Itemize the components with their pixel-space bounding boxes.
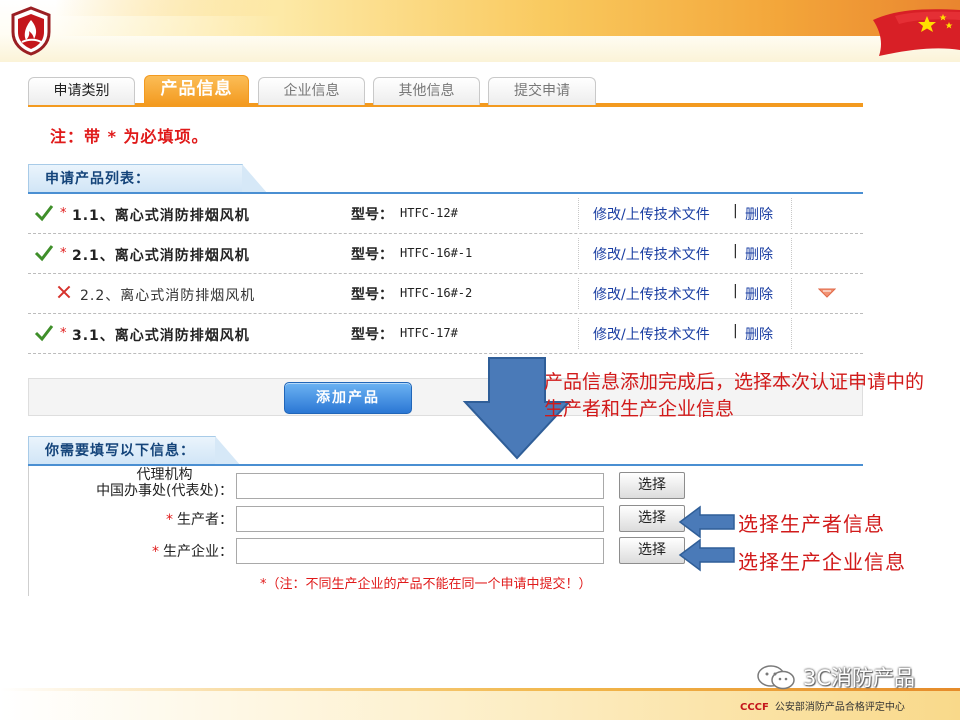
tab-submit-application[interactable]: 提交申请	[488, 77, 596, 105]
column-divider	[791, 198, 792, 229]
edit-upload-link[interactable]: 修改/上传技术文件	[593, 244, 710, 264]
delete-link[interactable]: 删除	[745, 284, 773, 304]
cross-icon	[57, 285, 71, 299]
agency-label-line2: 中国办事处(代表处)：	[96, 483, 233, 499]
model-value: HTFC-17#	[400, 326, 458, 340]
column-divider	[578, 318, 579, 349]
wechat-account-name: 3C消防产品	[803, 666, 916, 690]
info-section-title: 你需要填写以下信息：	[28, 436, 241, 466]
column-divider	[578, 278, 579, 309]
check-icon	[34, 205, 54, 222]
agency-select-button[interactable]: 选择	[619, 472, 685, 499]
product-name: 1.1、离心式消防排烟风机	[72, 208, 250, 224]
link-separator: |	[733, 323, 738, 339]
expand-arrow-icon[interactable]	[818, 287, 836, 299]
top-banner	[0, 0, 960, 62]
agency-field-label: 代理机构 中国办事处(代表处)：	[96, 467, 233, 499]
required-fields-note: 注：带 * 为必填项。	[50, 127, 209, 146]
product-name: 2.2、离心式消防排烟风机	[80, 288, 256, 304]
fire-emblem-icon	[11, 6, 51, 56]
product-list: * 1.1、离心式消防排烟风机 型号： HTFC-12# 修改/上传技术文件 |…	[28, 194, 863, 354]
agency-input[interactable]	[236, 473, 604, 499]
edit-upload-link[interactable]: 修改/上传技术文件	[593, 284, 710, 304]
product-row: * 2.1、离心式消防排烟风机 型号： HTFC-16#-1 修改/上传技术文件…	[28, 234, 863, 274]
check-icon	[34, 245, 54, 262]
column-divider	[578, 198, 579, 229]
column-divider	[791, 318, 792, 349]
add-product-button[interactable]: 添加产品	[284, 382, 412, 414]
product-name: 2.1、离心式消防排烟风机	[72, 248, 250, 264]
delete-link[interactable]: 删除	[745, 244, 773, 264]
banner-wave	[55, 0, 960, 36]
model-label: 型号：	[351, 327, 393, 343]
column-divider	[791, 278, 792, 309]
model-label: 型号：	[351, 207, 393, 223]
model-label: 型号：	[351, 287, 393, 303]
step-tabs: 申请类别 产品信息 企业信息 其他信息 提交申请	[28, 75, 863, 107]
left-arrow-icon	[678, 505, 735, 539]
producer-input[interactable]	[236, 506, 604, 532]
required-marker: *	[60, 206, 67, 221]
product-row: 2.2、离心式消防排烟风机 型号： HTFC-16#-2 修改/上传技术文件 |…	[28, 274, 863, 314]
agency-field-row: 代理机构 中国办事处(代表处)： 选择	[28, 467, 863, 500]
agency-label-line1: 代理机构	[136, 467, 193, 483]
enterprise-label-text: 生产企业：	[163, 544, 233, 560]
cccf-logo-text: CCCF	[740, 702, 769, 713]
required-marker: *	[60, 326, 67, 341]
annotation-enterprise: 选择生产企业信息	[738, 550, 906, 574]
delete-link[interactable]: 删除	[745, 204, 773, 224]
product-list-title: 申请产品列表：	[28, 164, 268, 194]
info-section-header: 你需要填写以下信息：	[28, 436, 863, 466]
model-value: HTFC-16#-1	[400, 246, 473, 260]
enterprise-select-button[interactable]: 选择	[619, 537, 685, 564]
organization-name: 公安部消防产品合格评定中心	[774, 702, 905, 713]
required-marker: *	[60, 246, 67, 261]
annotation-main: 产品信息添加完成后，选择本次认证申请中的生产者和生产企业信息	[544, 371, 925, 420]
required-marker: *	[166, 512, 173, 528]
product-name: 3.1、离心式消防排烟风机	[72, 328, 250, 344]
product-list-header: 申请产品列表：	[28, 164, 863, 194]
producer-select-button[interactable]: 选择	[619, 505, 685, 532]
column-divider	[791, 238, 792, 269]
producer-field-label: * 生产者：	[166, 509, 233, 529]
tab-application-category[interactable]: 申请类别	[28, 77, 135, 105]
tab-enterprise-info[interactable]: 企业信息	[258, 77, 365, 105]
required-marker: *	[152, 544, 159, 560]
delete-link[interactable]: 删除	[745, 324, 773, 344]
model-label: 型号：	[351, 247, 393, 263]
enterprise-restriction-note: *（注：不同生产企业的产品不能在同一个申请中提交！）	[260, 577, 592, 592]
edit-upload-link[interactable]: 修改/上传技术文件	[593, 204, 710, 224]
product-row: * 1.1、离心式消防排烟风机 型号： HTFC-12# 修改/上传技术文件 |…	[28, 194, 863, 234]
enterprise-input[interactable]	[236, 538, 604, 564]
column-divider	[578, 238, 579, 269]
check-icon	[34, 325, 54, 342]
wechat-icon	[757, 665, 795, 690]
link-separator: |	[733, 203, 738, 219]
model-value: HTFC-16#-2	[400, 286, 473, 300]
footer-organization: CCCF 公安部消防产品合格评定中心	[740, 698, 905, 713]
link-separator: |	[733, 243, 738, 259]
annotation-producer: 选择生产者信息	[738, 512, 885, 536]
red-flag-icon	[873, 9, 960, 56]
tab-other-info[interactable]: 其他信息	[373, 77, 480, 105]
product-row: * 3.1、离心式消防排烟风机 型号： HTFC-17# 修改/上传技术文件 |…	[28, 314, 863, 354]
tab-product-info[interactable]: 产品信息	[144, 75, 249, 105]
model-value: HTFC-12#	[400, 206, 458, 220]
link-separator: |	[733, 283, 738, 299]
edit-upload-link[interactable]: 修改/上传技术文件	[593, 324, 710, 344]
producer-label-text: 生产者：	[177, 512, 233, 528]
left-arrow-icon	[678, 538, 735, 572]
enterprise-field-label: * 生产企业：	[152, 541, 233, 561]
